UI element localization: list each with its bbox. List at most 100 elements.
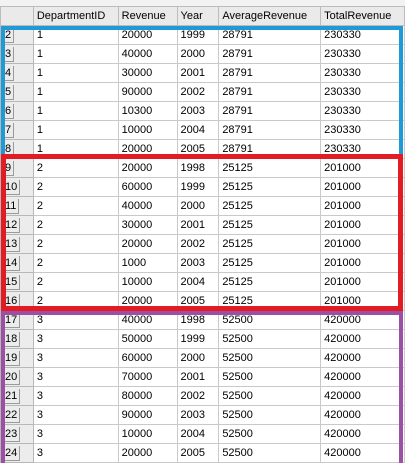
revenue-cell[interactable]: 40000	[117, 44, 178, 64]
table-row[interactable]: 11 2 40000 2000 25125 201000	[0, 196, 405, 216]
row-number-cell[interactable]: 23	[0, 424, 34, 444]
revenue-cell[interactable]: 20000	[117, 291, 178, 311]
revenue-cell[interactable]: 10300	[117, 101, 178, 121]
year-cell[interactable]: 2005	[176, 139, 220, 159]
row-number-cell[interactable]: 24	[0, 443, 34, 463]
department-id-cell[interactable]: 2	[32, 253, 119, 273]
revenue-cell[interactable]: 60000	[117, 177, 178, 197]
department-id-cell[interactable]: 2	[32, 291, 119, 311]
average-revenue-cell[interactable]: 25125	[218, 272, 322, 292]
year-cell[interactable]: 2001	[176, 63, 220, 83]
table-row[interactable]: 6 1 10300 2003 28791 230330	[0, 101, 405, 121]
department-id-cell[interactable]: 1	[32, 139, 119, 159]
total-revenue-cell[interactable]: 201000	[320, 196, 405, 216]
header-corner[interactable]	[0, 6, 34, 26]
year-cell[interactable]: 2005	[176, 291, 220, 311]
total-revenue-cell[interactable]: 420000	[320, 424, 405, 444]
table-row[interactable]: 5 1 90000 2002 28791 230330	[0, 82, 405, 102]
revenue-cell[interactable]: 10000	[117, 272, 178, 292]
year-cell[interactable]: 1999	[176, 177, 220, 197]
row-number-cell[interactable]: 17	[0, 310, 34, 330]
year-cell[interactable]: 2001	[176, 367, 220, 387]
average-revenue-cell[interactable]: 25125	[218, 158, 322, 178]
revenue-cell[interactable]: 40000	[117, 310, 178, 330]
table-row[interactable]: 10 2 60000 1999 25125 201000	[0, 177, 405, 197]
revenue-cell[interactable]: 30000	[117, 63, 178, 83]
revenue-cell[interactable]: 1000	[117, 253, 178, 273]
table-row[interactable]: 21 3 80000 2002 52500 420000	[0, 386, 405, 406]
department-id-cell[interactable]: 3	[32, 424, 119, 444]
department-id-cell[interactable]: 1	[32, 101, 119, 121]
row-number-cell[interactable]: 3	[0, 44, 34, 64]
column-header-average-revenue[interactable]: AverageRevenue	[218, 6, 322, 26]
row-number-cell[interactable]: 19	[0, 348, 34, 368]
average-revenue-cell[interactable]: 28791	[218, 101, 322, 121]
average-revenue-cell[interactable]: 52500	[218, 310, 322, 330]
average-revenue-cell[interactable]: 28791	[218, 120, 322, 140]
department-id-cell[interactable]: 3	[32, 329, 119, 349]
revenue-cell[interactable]: 20000	[117, 443, 178, 463]
year-cell[interactable]: 2002	[176, 386, 220, 406]
total-revenue-cell[interactable]: 201000	[320, 272, 405, 292]
total-revenue-cell[interactable]: 201000	[320, 177, 405, 197]
department-id-cell[interactable]: 2	[32, 234, 119, 254]
average-revenue-cell[interactable]: 52500	[218, 424, 322, 444]
revenue-cell[interactable]: 20000	[117, 139, 178, 159]
total-revenue-cell[interactable]: 230330	[320, 101, 405, 121]
year-cell[interactable]: 1998	[176, 158, 220, 178]
table-row[interactable]: 16 2 20000 2005 25125 201000	[0, 291, 405, 311]
row-number-cell[interactable]: 6	[0, 101, 34, 121]
total-revenue-cell[interactable]: 420000	[320, 443, 405, 463]
department-id-cell[interactable]: 3	[32, 310, 119, 330]
table-row[interactable]: 15 2 10000 2004 25125 201000	[0, 272, 405, 292]
average-revenue-cell[interactable]: 25125	[218, 253, 322, 273]
total-revenue-cell[interactable]: 201000	[320, 158, 405, 178]
average-revenue-cell[interactable]: 25125	[218, 177, 322, 197]
total-revenue-cell[interactable]: 201000	[320, 215, 405, 235]
row-number-cell[interactable]: 4	[0, 63, 34, 83]
department-id-cell[interactable]: 2	[32, 196, 119, 216]
table-row[interactable]: 3 1 40000 2000 28791 230330	[0, 44, 405, 64]
revenue-cell[interactable]: 20000	[117, 234, 178, 254]
year-cell[interactable]: 2000	[176, 196, 220, 216]
year-cell[interactable]: 2004	[176, 272, 220, 292]
department-id-cell[interactable]: 1	[32, 63, 119, 83]
total-revenue-cell[interactable]: 420000	[320, 348, 405, 368]
total-revenue-cell[interactable]: 420000	[320, 367, 405, 387]
row-number-cell[interactable]: 21	[0, 386, 34, 406]
revenue-cell[interactable]: 90000	[117, 405, 178, 425]
revenue-cell[interactable]: 60000	[117, 348, 178, 368]
average-revenue-cell[interactable]: 52500	[218, 367, 322, 387]
average-revenue-cell[interactable]: 52500	[218, 329, 322, 349]
average-revenue-cell[interactable]: 28791	[218, 139, 322, 159]
table-row[interactable]: 14 2 1000 2003 25125 201000	[0, 253, 405, 273]
row-number-cell[interactable]: 14	[0, 253, 34, 273]
column-header-year[interactable]: Year	[176, 6, 220, 26]
column-header-revenue[interactable]: Revenue	[117, 6, 178, 26]
row-number-cell[interactable]: 18	[0, 329, 34, 349]
revenue-cell[interactable]: 80000	[117, 386, 178, 406]
year-cell[interactable]: 1999	[176, 329, 220, 349]
total-revenue-cell[interactable]: 230330	[320, 25, 405, 45]
row-number-cell[interactable]: 20	[0, 367, 34, 387]
revenue-cell[interactable]: 10000	[117, 424, 178, 444]
department-id-cell[interactable]: 1	[32, 82, 119, 102]
row-number-cell[interactable]: 10	[0, 177, 34, 197]
average-revenue-cell[interactable]: 25125	[218, 215, 322, 235]
year-cell[interactable]: 2003	[176, 405, 220, 425]
table-row[interactable]: 17 3 40000 1998 52500 420000	[0, 310, 405, 330]
total-revenue-cell[interactable]: 230330	[320, 63, 405, 83]
row-number-cell[interactable]: 15	[0, 272, 34, 292]
table-row[interactable]: 13 2 20000 2002 25125 201000	[0, 234, 405, 254]
revenue-cell[interactable]: 40000	[117, 196, 178, 216]
row-number-cell[interactable]: 8	[0, 139, 34, 159]
department-id-cell[interactable]: 2	[32, 177, 119, 197]
average-revenue-cell[interactable]: 25125	[218, 234, 322, 254]
department-id-cell[interactable]: 1	[32, 44, 119, 64]
table-row[interactable]: 2 1 20000 1999 28791 230330	[0, 25, 405, 45]
table-row[interactable]: 9 2 20000 1998 25125 201000	[0, 158, 405, 178]
revenue-cell[interactable]: 70000	[117, 367, 178, 387]
row-number-cell[interactable]: 2	[0, 25, 34, 45]
row-number-cell[interactable]: 22	[0, 405, 34, 425]
total-revenue-cell[interactable]: 420000	[320, 310, 405, 330]
